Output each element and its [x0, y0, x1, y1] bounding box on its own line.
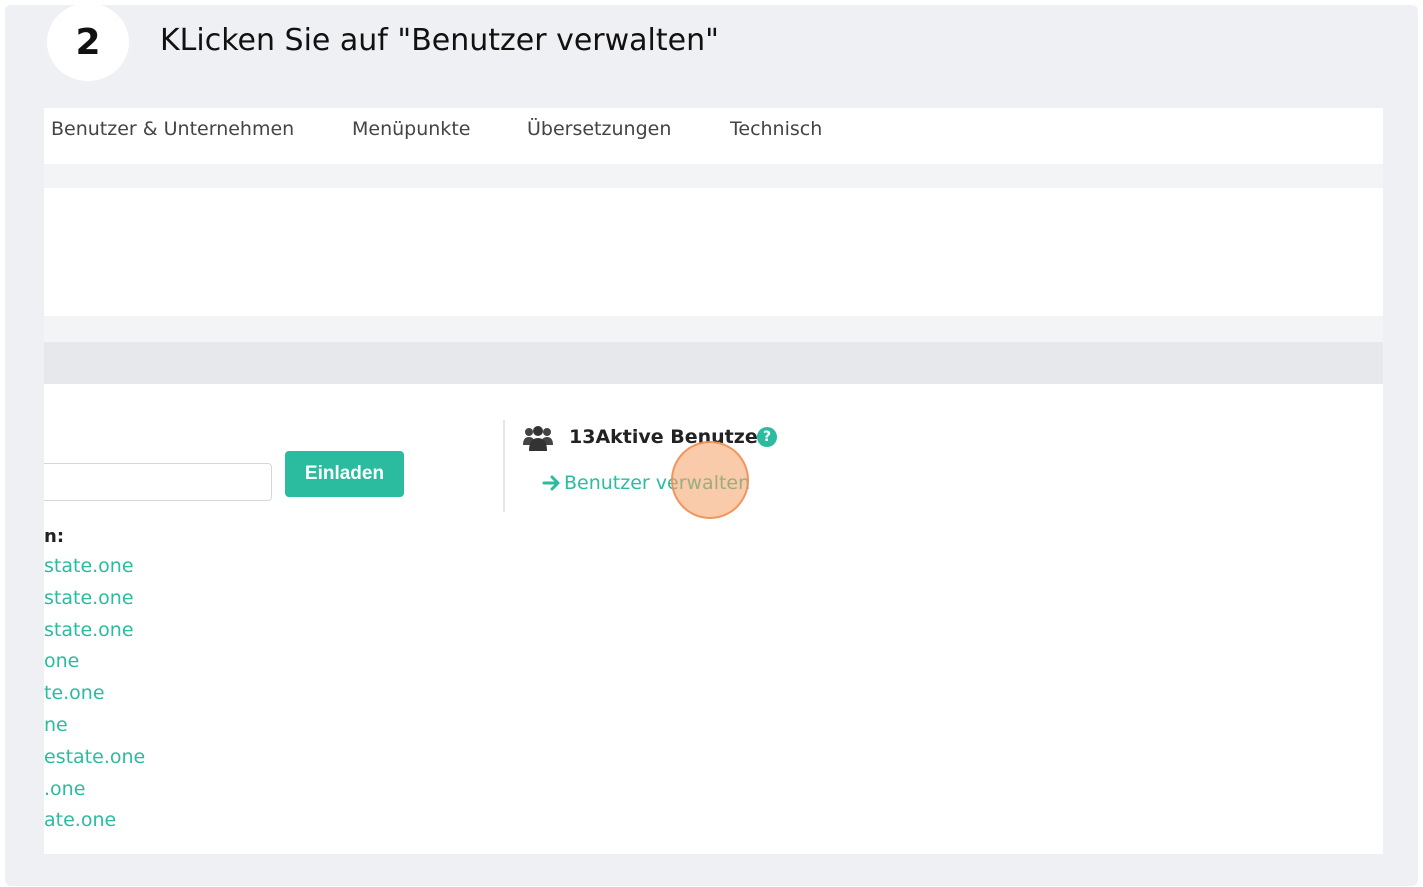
nav-item-menu-items[interactable]: Menüpunkte — [352, 118, 470, 140]
list-item[interactable]: state.one — [44, 587, 145, 619]
nav-item-technical[interactable]: Technisch — [730, 118, 822, 140]
section-divider — [44, 164, 1383, 188]
nav-item-translations[interactable]: Übersetzungen — [527, 118, 671, 140]
list-item[interactable]: ate.one — [44, 809, 145, 841]
list-item[interactable]: .one — [44, 778, 145, 810]
section-divider — [44, 316, 1383, 342]
vertical-divider — [503, 420, 505, 512]
section-header-bar — [44, 342, 1383, 384]
nav-item-users-companies[interactable]: Benutzer & Unternehmen — [51, 118, 294, 140]
invite-button[interactable]: Einladen — [285, 451, 404, 497]
arrow-right-icon — [542, 475, 560, 491]
top-navigation: Benutzer & Unternehmen Menüpunkte Überse… — [44, 108, 1383, 164]
pending-invites-list: state.one state.one state.one one te.one… — [44, 555, 145, 841]
active-users-count: 13Aktive Benutzer — [569, 426, 768, 448]
users-icon — [523, 426, 553, 451]
invite-email-input[interactable]: ı — [44, 463, 272, 501]
help-icon[interactable]: ? — [757, 427, 777, 447]
step-title: KLicken Sie auf "Benutzer verwalten" — [160, 23, 719, 58]
click-indicator — [671, 441, 749, 519]
screenshot-area: Benutzer & Unternehmen Menüpunkte Überse… — [44, 108, 1383, 854]
step-number-badge: 2 — [47, 3, 129, 81]
list-item[interactable]: state.one — [44, 619, 145, 651]
list-item[interactable]: one — [44, 650, 145, 682]
list-item[interactable]: ne — [44, 714, 145, 746]
list-item[interactable]: estate.one — [44, 746, 145, 778]
list-item[interactable]: te.one — [44, 682, 145, 714]
list-item[interactable]: state.one — [44, 555, 145, 587]
pending-invites-label: n: — [44, 526, 65, 547]
